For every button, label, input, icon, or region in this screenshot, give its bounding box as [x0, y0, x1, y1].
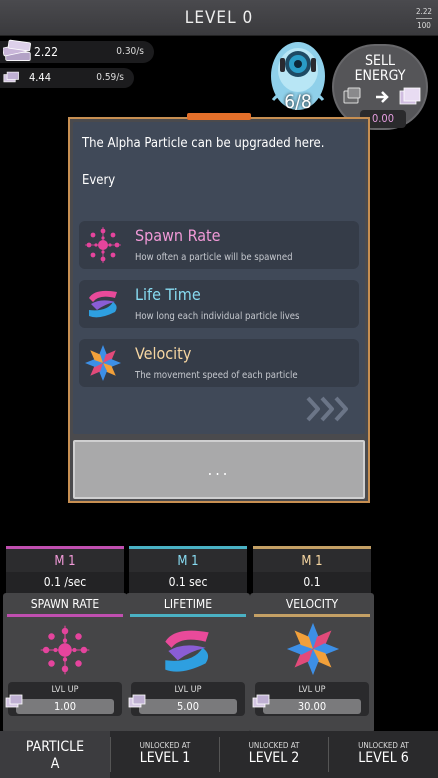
tab-locked-level-2[interactable]: UNLOCKED AT LEVEL 2 [220, 731, 328, 778]
secondary-amount: 4.44 [29, 71, 52, 84]
sell-label: SELL ENERGY [354, 53, 406, 84]
stat-value: 0.1 /sec [6, 572, 124, 593]
life-time-icon [165, 630, 209, 672]
convert-icon [343, 87, 421, 105]
tab-particle-a[interactable]: PARTICLE A [0, 731, 110, 778]
multiplier-header: M 1 [253, 546, 371, 572]
tab-sublabel: A [50, 756, 60, 772]
upgrade-desc: How long each individual particle lives [135, 311, 300, 322]
upgrade-title: Spawn Rate [135, 226, 221, 245]
cash-icon [5, 694, 23, 708]
stat-value: 0.1 sec [129, 572, 247, 593]
spawn-rate-icon [85, 227, 121, 263]
progress-target: 100 [417, 21, 431, 30]
velocity-icon [286, 622, 340, 676]
tab-locked-level-6[interactable]: UNLOCKED AT LEVEL 6 [329, 731, 438, 778]
tab-label: PARTICLE [25, 739, 85, 755]
continue-button[interactable]: ... [73, 440, 365, 499]
card-label: LIFETIME [163, 597, 213, 611]
robot-count: 6/8 [284, 91, 312, 113]
level-up-cost: 5.00 [139, 699, 237, 714]
life-time-icon [89, 290, 117, 318]
upgrade-tutorial-dialog: The Alpha Particle can be upgraded here.… [68, 113, 370, 503]
cash-bundle-icon [3, 71, 19, 83]
upgrade-desc: The movement speed of each particle [135, 370, 298, 381]
upgrade-card-spawn-rate: M 1 0.1 /sec SPAWN RATE LVL UP 1.00 [3, 546, 127, 733]
card-label: SPAWN RATE [30, 597, 100, 611]
level-up-button[interactable]: LVL UP 1.00 [8, 682, 122, 716]
particle-tab-bar: PARTICLE A UNLOCKED AT LEVEL 1 UNLOCKED … [0, 731, 438, 778]
upgrade-title: Life Time [135, 285, 201, 304]
dialog-message-2: Every [82, 173, 116, 188]
level-up-button[interactable]: LVL UP 5.00 [131, 682, 245, 716]
stat-value: 0.1 [253, 572, 371, 593]
tab-locked-level-1[interactable]: UNLOCKED AT LEVEL 1 [111, 731, 219, 778]
tab-unlock-note: UNLOCKED AT [248, 741, 300, 750]
level-title: LEVEL 0 [184, 8, 254, 28]
card-body: VELOCITY LVL UP 30.00 [250, 593, 374, 733]
progress-current: 2.22 [415, 7, 432, 16]
primary-amount: 2.22 [34, 45, 59, 59]
card-underline [130, 614, 246, 617]
velocity-icon [85, 345, 121, 381]
dialog-tab [187, 113, 251, 120]
upgrade-row-life-time: Life Time How long each individual parti… [79, 280, 359, 328]
cash-stack-icon [3, 39, 31, 61]
level-up-label: LVL UP [174, 685, 202, 695]
tab-unlock-note: UNLOCKED AT [358, 741, 409, 750]
level-up-button[interactable]: LVL UP 30.00 [255, 682, 369, 716]
continue-label: ... [207, 460, 231, 479]
dialog-content: The Alpha Particle can be upgraded here.… [73, 122, 365, 434]
currency-primary: 2.22 0.30/s [0, 39, 154, 63]
card-underline [7, 614, 123, 617]
tab-unlock-note: UNLOCKED AT [139, 741, 191, 750]
cash-icon [252, 694, 270, 708]
spawn-rate-icon [40, 625, 90, 675]
level-up-cost: 30.00 [263, 699, 361, 714]
level-up-label: LVL UP [51, 685, 79, 695]
upgrade-row-velocity: Velocity The movement speed of each part… [79, 339, 359, 387]
cash-icon [128, 694, 146, 708]
upgrade-title: Velocity [135, 344, 192, 363]
upgrade-desc: How often a particle will be spawned [135, 252, 293, 263]
level-up-cost: 1.00 [16, 699, 114, 714]
currency-secondary: 4.44 0.59/s [0, 68, 134, 88]
chevrons-right-icon [306, 396, 348, 422]
tab-unlock-level: LEVEL 1 [139, 750, 191, 766]
top-bar: LEVEL 0 2.22 100 [0, 0, 438, 36]
level-up-label: LVL UP [298, 685, 326, 695]
card-body: LIFETIME LVL UP 5.00 [126, 593, 250, 733]
upgrade-card-lifetime: M 1 0.1 sec LIFETIME LVL UP 5.00 [126, 546, 250, 733]
card-label: VELOCITY [285, 597, 339, 611]
tab-unlock-level: LEVEL 6 [358, 750, 409, 766]
multiplier-header: M 1 [6, 546, 124, 572]
dialog-message: The Alpha Particle can be upgraded here. [82, 136, 325, 151]
primary-rate: 0.30/s [116, 46, 144, 57]
secondary-rate: 0.59/s [96, 72, 124, 83]
upgrade-card-velocity: M 1 0.1 VELOCITY LVL UP 30.00 [250, 546, 374, 733]
card-body: SPAWN RATE LVL UP 1.00 [3, 593, 127, 733]
multiplier-header: M 1 [129, 546, 247, 572]
upgrade-row-spawn-rate: Spawn Rate How often a particle will be … [79, 221, 359, 269]
tab-unlock-level: LEVEL 2 [248, 750, 300, 766]
card-underline [254, 614, 370, 617]
level-progress: 2.22 100 [415, 5, 432, 32]
